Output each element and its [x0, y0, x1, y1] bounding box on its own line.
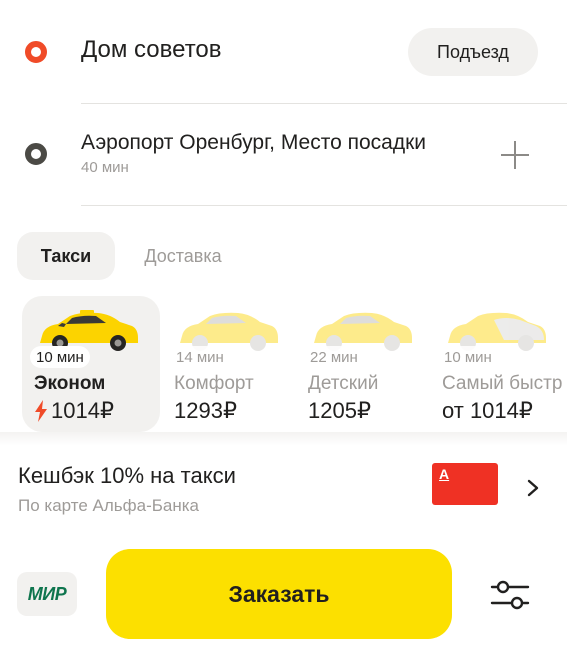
bank-card-letter: А: [439, 466, 450, 482]
plus-icon[interactable]: [497, 137, 533, 173]
destination-eta: 40 мин: [81, 159, 129, 176]
tariff-eta: 10 мин: [30, 346, 90, 368]
order-button[interactable]: Заказать: [106, 549, 452, 639]
entrance-button[interactable]: Подъезд: [408, 28, 538, 76]
cashback-title[interactable]: Кешбэк 10% на такси: [18, 463, 236, 489]
payment-method-button[interactable]: МИР: [17, 572, 77, 616]
tariff-price: 1014₽: [34, 398, 114, 424]
route-divider: [81, 103, 567, 104]
tariff-name: Комфорт: [174, 373, 254, 394]
tariff-card-econom[interactable]: 10 мин Эконом 1014₽: [22, 296, 160, 432]
chevron-right-icon[interactable]: [525, 478, 541, 498]
destination-address[interactable]: Аэропорт Оренбург, Место посадки: [81, 131, 426, 155]
tariff-price: от 1014₽: [442, 398, 533, 423]
bolt-icon: [35, 400, 47, 422]
tab-taxi[interactable]: Такси: [17, 232, 115, 280]
cashback-subtitle: По карте Альфа-Банка: [18, 496, 199, 515]
bank-card-icon: А: [432, 463, 498, 505]
tab-delivery[interactable]: Доставка: [127, 232, 239, 280]
tariff-eta: 22 мин: [304, 346, 364, 368]
tariff-eta: 14 мин: [170, 346, 230, 368]
tariff-name: Детский: [308, 373, 379, 394]
tariff-price: 1205₽: [308, 398, 371, 423]
tariff-price: 1293₽: [174, 398, 237, 423]
destination-dot-icon: [25, 143, 47, 165]
sliders-icon[interactable]: [490, 578, 530, 612]
order-sheet: Дом советов Подъезд Аэропорт Оренбург, М…: [0, 0, 567, 649]
tariff-price-value: 1014₽: [51, 398, 114, 423]
tariff-name: Эконом: [34, 373, 106, 394]
section-divider: [0, 432, 567, 446]
tariff-card-child[interactable]: 22 мин Детский 1205₽: [296, 296, 434, 432]
tariff-eta: 10 мин: [438, 346, 498, 368]
tariff-name: Самый быстр: [442, 373, 563, 394]
route-divider: [81, 205, 567, 206]
tariff-card-comfort[interactable]: 14 мин Комфорт 1293₽: [162, 296, 300, 432]
origin-dot-icon: [25, 41, 47, 63]
origin-address[interactable]: Дом советов: [81, 36, 222, 64]
tariff-card-fastest[interactable]: 10 мин Самый быстр от 1014₽: [430, 296, 567, 432]
